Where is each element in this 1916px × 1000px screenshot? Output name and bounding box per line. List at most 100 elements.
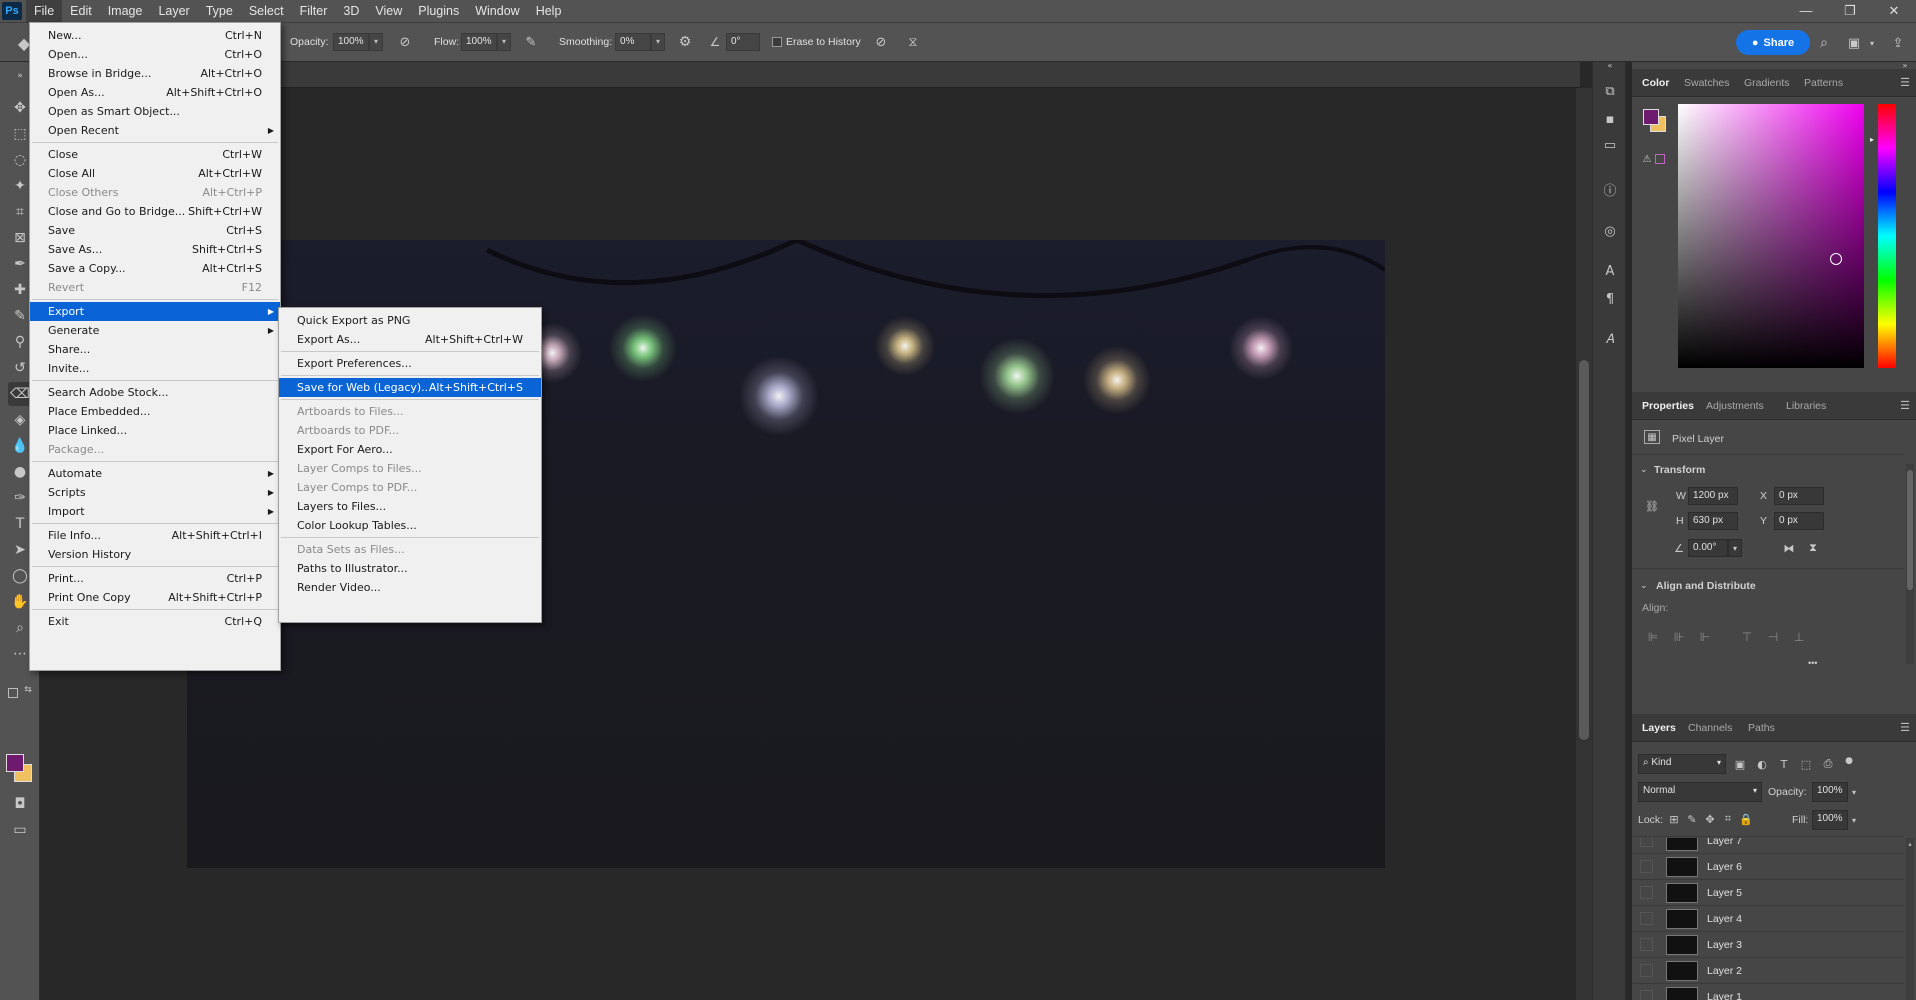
file_menu-item-package[interactable]: Package... xyxy=(30,440,280,459)
smoothing-dropdown[interactable]: ▾ xyxy=(651,33,665,51)
tab-properties[interactable]: Properties xyxy=(1642,400,1694,412)
tab-layers[interactable]: Layers xyxy=(1642,722,1676,734)
file_menu-item-version-history[interactable]: Version History xyxy=(30,545,280,564)
color-picker-cursor[interactable] xyxy=(1830,253,1842,265)
collapse-strip-icon[interactable]: « xyxy=(1599,60,1621,70)
tab-swatches[interactable]: Swatches xyxy=(1684,77,1730,89)
lock-transparent-icon[interactable]: ⊞ xyxy=(1666,811,1682,827)
layers-panel-menu-icon[interactable]: ☰ xyxy=(1900,721,1910,734)
smoothing-field[interactable]: 0% xyxy=(615,33,651,51)
symmetry-icon[interactable]: ⧖ xyxy=(904,33,922,51)
file_menu-item-revert[interactable]: Revert F12 xyxy=(30,278,280,297)
layer-row[interactable]: Layer 3 xyxy=(1632,932,1904,958)
menu-filter[interactable]: Filter xyxy=(292,0,336,22)
hue-slider[interactable] xyxy=(1878,104,1896,368)
transform-chevron-icon[interactable]: ⌄ xyxy=(1640,464,1648,475)
flow-dropdown[interactable]: ▾ xyxy=(497,33,511,51)
menu-view[interactable]: View xyxy=(367,0,410,22)
export_menu-item-export-for-aero[interactable]: Export For Aero... xyxy=(279,440,541,459)
share-button[interactable]: ● Share xyxy=(1736,30,1810,55)
lock-position-icon[interactable]: ✥ xyxy=(1702,811,1718,827)
tab-paths[interactable]: Paths xyxy=(1748,722,1775,734)
menu-3d[interactable]: 3D xyxy=(335,0,367,22)
restore-button[interactable]: ❐ xyxy=(1828,0,1872,22)
tab-libraries[interactable]: Libraries xyxy=(1786,400,1826,412)
workspace-dropdown-icon[interactable]: ▾ xyxy=(1866,33,1878,53)
minimize-button[interactable]: — xyxy=(1784,0,1828,22)
vertical-scroll-thumb[interactable] xyxy=(1579,360,1589,740)
file_menu-item-close-others[interactable]: Close Others Alt+Ctrl+P xyxy=(30,183,280,202)
align-bottom-icon[interactable]: ⊥ xyxy=(1790,628,1808,646)
foreground-color-swatch[interactable] xyxy=(6,754,24,772)
layer-visibility-toggle[interactable] xyxy=(1640,912,1653,925)
pressure-size-icon[interactable]: ⊘ xyxy=(872,33,890,51)
menu-layer[interactable]: Layer xyxy=(150,0,197,22)
file_menu-item-close[interactable]: Close Ctrl+W xyxy=(30,145,280,164)
opacity-field[interactable]: 100% xyxy=(333,33,369,51)
pressure-opacity-icon[interactable]: ⊘ xyxy=(396,33,414,51)
history-panel-icon[interactable]: ⧉ xyxy=(1599,80,1621,102)
filter-smart-object-icon[interactable]: ⎙ xyxy=(1820,756,1836,772)
character-panel-icon[interactable]: A xyxy=(1599,260,1621,282)
erase-history-checkbox[interactable] xyxy=(772,37,782,47)
menu-file[interactable]: File xyxy=(26,0,63,22)
file_menu-item-exit[interactable]: Exit Ctrl+Q xyxy=(30,612,280,631)
share-document-icon[interactable]: ⇪ xyxy=(1888,33,1908,53)
export_menu-item-paths-to-illustrator[interactable]: Paths to Illustrator... xyxy=(279,559,541,578)
file_menu-item-place-embedded[interactable]: Place Embedded... xyxy=(30,402,280,421)
default-colors-icon[interactable] xyxy=(8,688,18,698)
screen-mode-icon[interactable]: ▭ xyxy=(8,818,32,842)
export_menu-item-save-for-web-legacy[interactable]: Save for Web (Legacy)... Alt+Shift+Ctrl+S xyxy=(279,378,541,397)
swap-colors-icon[interactable]: ⇆ xyxy=(22,684,34,696)
file_menu-item-new[interactable]: New... Ctrl+N xyxy=(30,26,280,45)
file_menu-item-save-a-copy[interactable]: Save a Copy... Alt+Ctrl+S xyxy=(30,259,280,278)
tab-adjustments[interactable]: Adjustments xyxy=(1706,400,1764,412)
fill-dropdown[interactable]: ▾ xyxy=(1848,810,1860,830)
file_menu-item-close-and-go-to-bridge[interactable]: Close and Go to Bridge... Shift+Ctrl+W xyxy=(30,202,280,221)
export_menu-item-quick-export-as-png[interactable]: Quick Export as PNG xyxy=(279,311,541,330)
file_menu-item-scripts[interactable]: Scripts ▶ xyxy=(30,483,280,502)
align-left-icon[interactable]: ⊫ xyxy=(1644,628,1662,646)
quick-mask-icon[interactable]: ◘ xyxy=(8,792,32,816)
align-chevron-icon[interactable]: ⌄ xyxy=(1640,580,1648,591)
properties-panel-menu-icon[interactable]: ☰ xyxy=(1900,399,1910,412)
y-field[interactable]: 0 px xyxy=(1774,512,1824,530)
align-center-h-icon[interactable]: ⊪ xyxy=(1670,628,1688,646)
workspace-icon[interactable]: ▣ xyxy=(1844,33,1864,53)
layer-row[interactable]: Layer 7 xyxy=(1632,838,1904,854)
menu-help[interactable]: Help xyxy=(528,0,570,22)
angle-dropdown[interactable]: ▾ xyxy=(1728,539,1742,557)
layer-row[interactable]: Layer 1 xyxy=(1632,984,1904,1000)
link-dimensions-icon[interactable]: ⛓ xyxy=(1645,496,1659,516)
properties-scroll-thumb[interactable] xyxy=(1907,470,1913,590)
file_menu-item-print-one-copy[interactable]: Print One Copy Alt+Shift+Ctrl+P xyxy=(30,588,280,607)
layer-visibility-toggle[interactable] xyxy=(1640,964,1653,977)
file_menu-item-share[interactable]: Share... xyxy=(30,340,280,359)
file_menu-item-browse-in-bridge[interactable]: Browse in Bridge... Alt+Ctrl+O xyxy=(30,64,280,83)
opacity-dropdown[interactable]: ▾ xyxy=(369,33,383,51)
flip-vertical-icon[interactable]: ⧗ xyxy=(1804,539,1822,557)
layer-visibility-toggle[interactable] xyxy=(1640,938,1653,951)
file_menu-item-place-linked[interactable]: Place Linked... xyxy=(30,421,280,440)
file_menu-item-open-recent[interactable]: Open Recent ▶ xyxy=(30,121,280,140)
export_menu-item-export-as[interactable]: Export As... Alt+Shift+Ctrl+W xyxy=(279,330,541,349)
width-field[interactable]: 1200 px xyxy=(1688,487,1738,505)
smoothing-settings-icon[interactable]: ⚙ xyxy=(676,33,694,51)
layers-scrollbar[interactable]: ▴ xyxy=(1906,838,1914,1000)
glyphs-panel-icon[interactable]: 𝐴 xyxy=(1599,328,1621,350)
layer-opacity-dropdown[interactable]: ▾ xyxy=(1848,782,1860,802)
height-field[interactable]: 630 px xyxy=(1688,512,1738,530)
scroll-up-icon[interactable]: ▴ xyxy=(1906,840,1914,848)
filter-toggle-icon[interactable]: ● xyxy=(1842,754,1856,768)
layer-visibility-toggle[interactable] xyxy=(1640,838,1653,847)
panel-foreground-swatch[interactable] xyxy=(1643,109,1659,125)
web-safe-swatch[interactable] xyxy=(1655,154,1665,164)
export_menu-item-artboards-to-pdf[interactable]: Artboards to PDF... xyxy=(279,421,541,440)
color-panel-menu-icon[interactable]: ☰ xyxy=(1900,76,1910,89)
menu-plugins[interactable]: Plugins xyxy=(410,0,467,22)
export_menu-item-layers-to-files[interactable]: Layers to Files... xyxy=(279,497,541,516)
properties-scrollbar[interactable] xyxy=(1906,464,1914,664)
layer-row[interactable]: Layer 6 xyxy=(1632,854,1904,880)
file_menu-item-close-all[interactable]: Close All Alt+Ctrl+W xyxy=(30,164,280,183)
tab-color[interactable]: Color xyxy=(1642,77,1669,89)
